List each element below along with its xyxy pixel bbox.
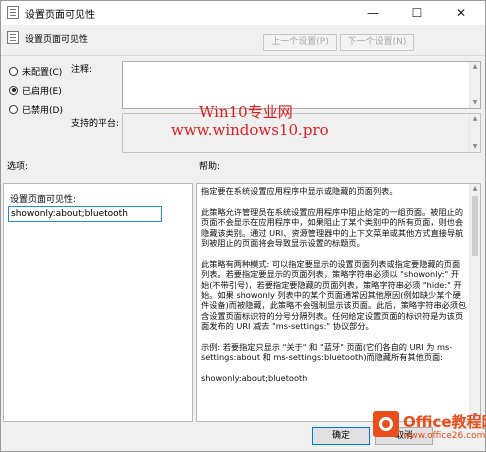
platform-label: 支持的平台: <box>71 119 120 129</box>
help-scrollbar[interactable]: ▲ ▼ <box>469 184 480 421</box>
scroll-down-icon[interactable]: ▼ <box>470 98 480 108</box>
radio-icon[interactable] <box>9 66 18 76</box>
options-section-label: 选项: <box>7 162 29 172</box>
help-section-label: 帮助: <box>199 162 221 172</box>
help-text: 指定要在系统设置应用程序中显示或隐藏的页面列表。 此策略允许管理员在系统设置应用… <box>201 186 467 394</box>
policy-setting-icon <box>7 6 19 19</box>
window-title: 设置页面可见性 <box>25 10 95 21</box>
help-paragraph: 此策略允许管理员在系统设置应用程序中阻止给定的一组页面。被阻止的页面不会显示在应… <box>201 206 464 249</box>
policy-setting-icon <box>7 31 19 44</box>
platform-scrollbar[interactable]: ▲ ▼ <box>469 114 480 152</box>
help-paragraph: 此策略有两种模式: 可以指定要显示的设置页面列表或指定要隐藏的页面列表。若要指定… <box>201 258 467 332</box>
header-divider <box>1 55 485 56</box>
ok-button[interactable]: 确定 <box>312 427 370 445</box>
scroll-down-icon[interactable]: ▼ <box>470 142 480 152</box>
radio-enabled[interactable]: 已启用(E) <box>9 84 62 97</box>
minimize-button[interactable]: — <box>353 1 393 25</box>
policy-dialog-window: 设置页面可见性 — ☐ ✕ 设置页面可见性 上一个设置(P) 下一个设置(N) … <box>0 0 486 452</box>
office-logo: Office教程网 www.office26.com <box>373 409 486 451</box>
comment-label: 注释: <box>71 65 93 75</box>
maximize-button[interactable]: ☐ <box>397 1 437 25</box>
watermark-line1: Win10专业网 <box>199 103 293 121</box>
visibility-input[interactable]: showonly:about;bluetooth <box>8 206 162 222</box>
next-setting-button[interactable]: 下一个设置(N) <box>340 34 414 51</box>
radio-label: 已禁用(D) <box>22 105 63 116</box>
scroll-up-icon[interactable]: ▲ <box>470 184 480 194</box>
title-bar[interactable]: 设置页面可见性 — ☐ ✕ <box>1 1 485 25</box>
previous-setting-button[interactable]: 上一个设置(P) <box>263 34 337 51</box>
help-panel[interactable]: 指定要在系统设置应用程序中显示或隐藏的页面列表。 此策略允许管理员在系统设置应用… <box>196 183 481 422</box>
radio-label: 未配置(C) <box>22 67 63 78</box>
help-paragraph: 示例: 若要指定只显示 "关于" 和 "蓝牙" 页面(它们各自的 URI 为 m… <box>201 342 453 363</box>
logo-url: www.office26.com <box>403 431 486 441</box>
office-icon <box>373 411 399 437</box>
radio-label: 已启用(E) <box>22 86 62 97</box>
radio-disabled[interactable]: 已禁用(D) <box>9 103 63 116</box>
comment-scrollbar[interactable]: ▲ ▼ <box>469 62 480 108</box>
scroll-thumb[interactable] <box>472 196 478 256</box>
help-paragraph: showonly:about;bluetooth <box>201 373 308 384</box>
help-paragraph: 指定要在系统设置应用程序中显示或隐藏的页面列表。 <box>201 186 398 196</box>
radio-selected-icon[interactable] <box>9 85 18 95</box>
comment-textarea[interactable]: ▲ ▼ <box>122 61 481 109</box>
scroll-up-icon[interactable]: ▲ <box>470 62 480 72</box>
radio-icon[interactable] <box>9 104 18 114</box>
options-panel: 设置页面可见性: showonly:about;bluetooth <box>3 183 193 422</box>
logo-name: Office教程网 <box>403 413 486 431</box>
visibility-field-label: 设置页面可见性: <box>10 195 77 205</box>
setting-name: 设置页面可见性 <box>25 35 89 45</box>
close-button[interactable]: ✕ <box>441 1 481 25</box>
watermark-line2: www.windows10.pro <box>171 121 329 139</box>
scroll-up-icon[interactable]: ▲ <box>470 114 480 124</box>
radio-not-configured[interactable]: 未配置(C) <box>9 65 63 78</box>
